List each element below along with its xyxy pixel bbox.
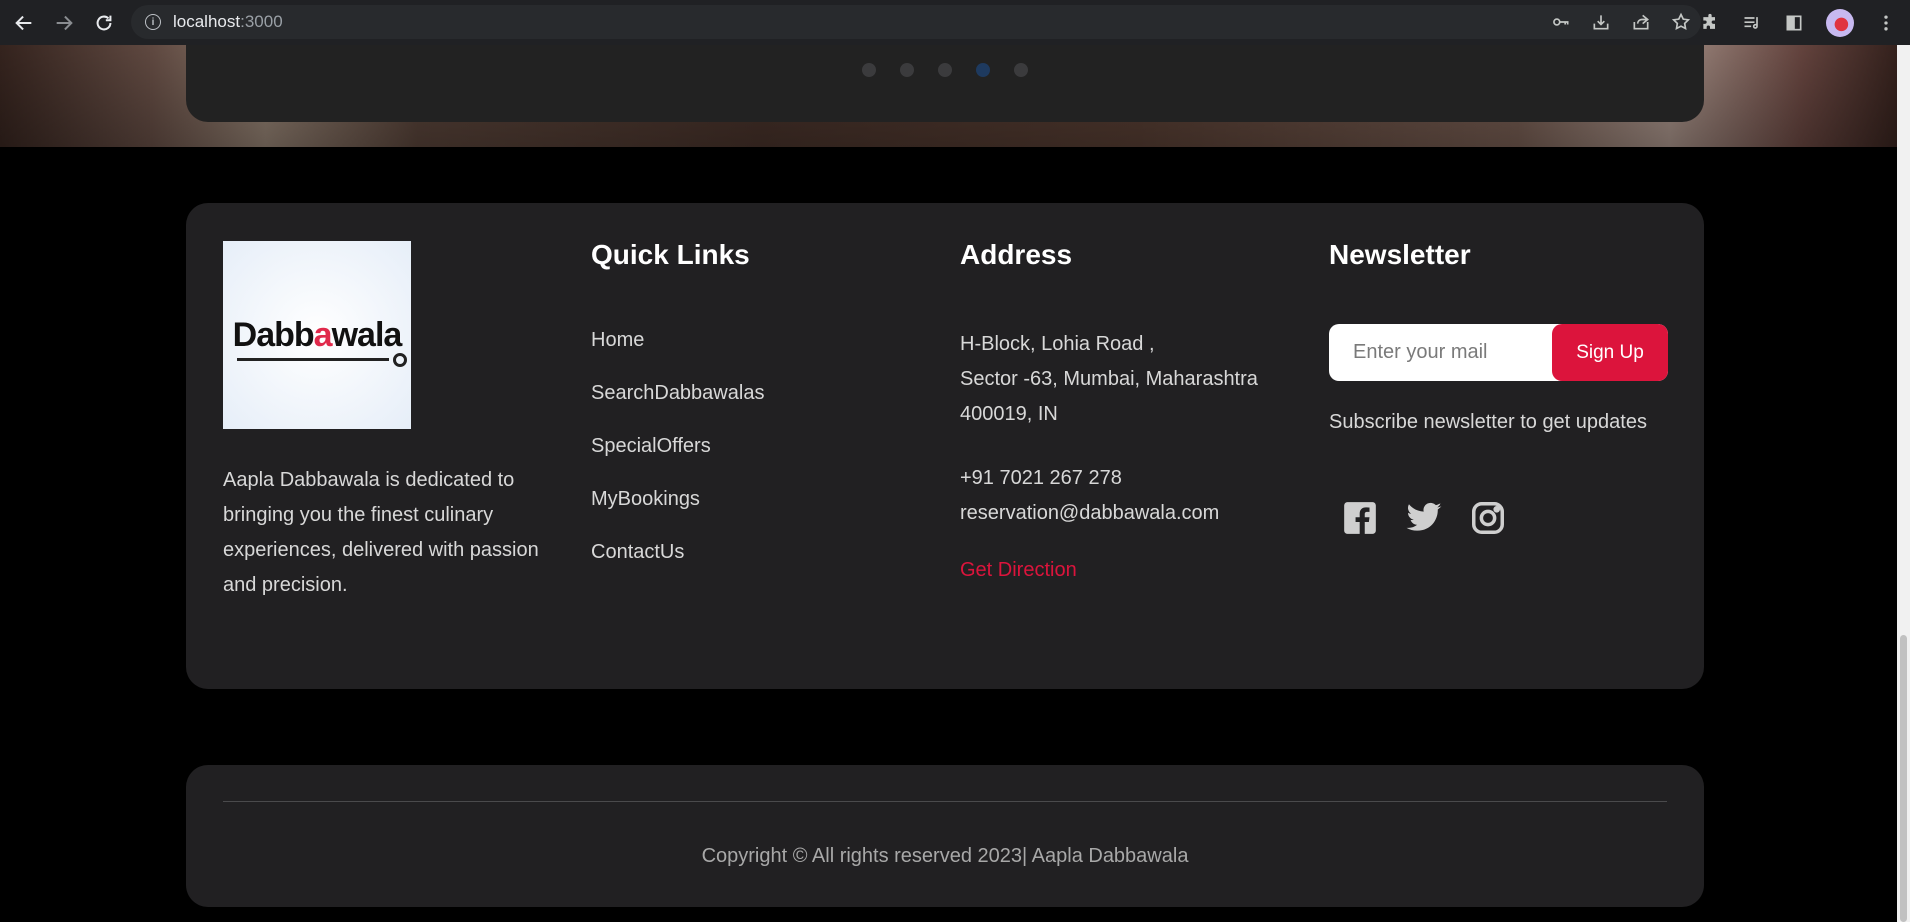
about-text: Aapla Dabbawala is dedicated to bringing… <box>223 469 539 596</box>
address-line-2: Sector -63, Mumbai, Maharashtra <box>960 368 1258 390</box>
address-bar[interactable]: i localhost:3000 <box>131 5 1701 39</box>
twitter-icon[interactable] <box>1405 499 1443 537</box>
contact-block: +91 7021 267 278 reservation@dabbawala.c… <box>960 461 1219 531</box>
carousel-dot-5[interactable] <box>1014 63 1028 77</box>
get-direction-link[interactable]: Get Direction <box>960 559 1077 582</box>
copyright-text: Copyright © All rights reserved 2023| Aa… <box>701 845 1189 867</box>
install-icon[interactable] <box>1591 12 1611 32</box>
footer: Dabbawala Aapla Dabbawala is dedicated t… <box>186 203 1704 689</box>
footer-link-contact-us[interactable]: ContactUs <box>591 539 764 592</box>
instagram-icon[interactable] <box>1469 499 1507 537</box>
newsletter-subtitle: Subscribe newsletter to get updates <box>1329 411 1647 433</box>
sign-up-button[interactable]: Sign Up <box>1552 324 1668 381</box>
footer-link-special-offers[interactable]: SpecialOffers <box>591 433 764 486</box>
scooter-wheel-icon <box>393 352 408 367</box>
profile-avatar[interactable] <box>1826 8 1854 37</box>
newsletter-form: Sign Up <box>1329 324 1668 381</box>
share-icon[interactable] <box>1631 12 1651 32</box>
divider <box>223 801 1667 802</box>
menu-icon[interactable] <box>1876 13 1896 33</box>
back-icon[interactable] <box>4 3 44 43</box>
footer-link-search-dabbawalas[interactable]: SearchDabbawalas <box>591 380 764 433</box>
forward-icon[interactable] <box>44 3 84 43</box>
quick-links-title: Quick Links <box>591 239 750 270</box>
phone-number[interactable]: +91 7021 267 278 <box>960 461 1219 496</box>
carousel-dot-1[interactable] <box>862 63 876 77</box>
social-links <box>1341 499 1507 537</box>
facebook-icon[interactable] <box>1341 499 1379 537</box>
copyright-bar: Copyright © All rights reserved 2023| Aa… <box>186 765 1704 907</box>
newsletter-title: Newsletter <box>1329 239 1471 270</box>
browser-toolbar: i localhost:3000 <box>0 0 1910 45</box>
key-icon[interactable] <box>1551 12 1571 32</box>
dabbawala-logo[interactable]: Dabbawala <box>223 241 411 429</box>
reading-list-icon[interactable] <box>1742 13 1762 33</box>
url-port: :3000 <box>240 12 283 31</box>
side-panel-icon[interactable] <box>1784 13 1804 33</box>
site-info-icon[interactable]: i <box>145 14 161 30</box>
carousel-dot-2[interactable] <box>900 63 914 77</box>
carousel-dot-4[interactable] <box>976 63 990 77</box>
address-block: H-Block, Lohia Road , Sector -63, Mumbai… <box>960 327 1280 432</box>
bookmark-star-icon[interactable] <box>1671 12 1691 32</box>
logo-wordmark: Dabbawala <box>233 316 408 367</box>
footer-link-my-bookings[interactable]: MyBookings <box>591 486 764 539</box>
address-line-3: 400019, IN <box>960 403 1058 425</box>
testimonial-carousel <box>186 45 1704 122</box>
url-host: localhost <box>173 12 241 31</box>
reload-icon[interactable] <box>84 3 124 43</box>
newsletter-email-input[interactable] <box>1329 341 1549 364</box>
carousel-dot-3[interactable] <box>938 63 952 77</box>
scrollbar-thumb[interactable] <box>1900 635 1907 922</box>
carousel-dots <box>186 63 1704 77</box>
quick-links-list: Home SearchDabbawalas SpecialOffers MyBo… <box>591 327 764 592</box>
page-scrollbar[interactable] <box>1897 45 1910 922</box>
address-line-1: H-Block, Lohia Road , <box>960 333 1155 355</box>
extensions-icon[interactable] <box>1700 13 1720 33</box>
email-address[interactable]: reservation@dabbawala.com <box>960 496 1219 531</box>
address-title: Address <box>960 239 1073 270</box>
footer-link-home[interactable]: Home <box>591 327 764 380</box>
